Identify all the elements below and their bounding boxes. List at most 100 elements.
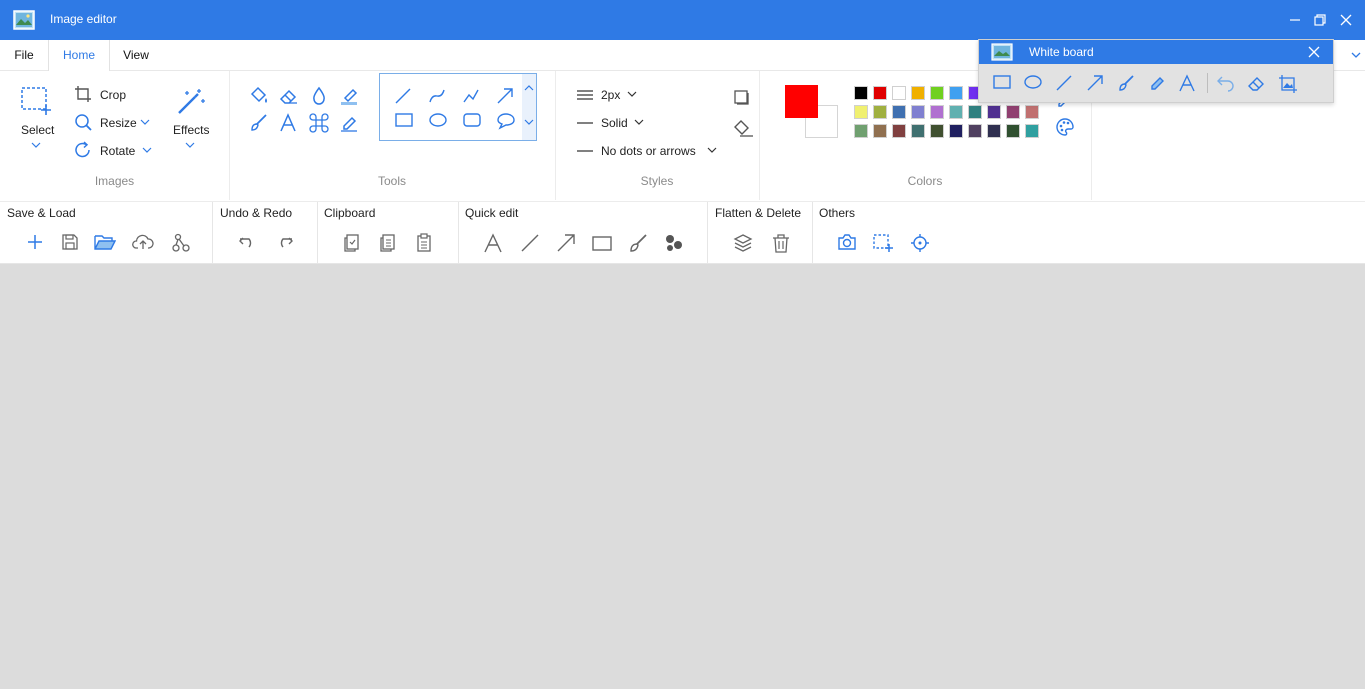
style-chevron-down-icon[interactable] xyxy=(634,118,644,126)
wb-eraser-icon[interactable] xyxy=(1247,74,1267,92)
palette-swatch[interactable] xyxy=(873,86,887,100)
resize-button[interactable]: Resize xyxy=(100,116,137,130)
ellipse-icon[interactable] xyxy=(428,112,448,128)
polyline-icon[interactable] xyxy=(462,87,480,105)
delete-icon[interactable] xyxy=(771,233,791,253)
chevron-up-icon[interactable] xyxy=(524,84,534,92)
rectangle-icon[interactable] xyxy=(591,233,613,253)
share-icon[interactable] xyxy=(170,233,192,253)
wb-text-icon[interactable] xyxy=(1178,74,1196,92)
wb-undo-icon[interactable] xyxy=(1216,74,1236,92)
minimize-icon[interactable] xyxy=(1287,12,1303,28)
line-icon[interactable] xyxy=(520,233,540,253)
command-icon[interactable] xyxy=(309,113,329,133)
tab-file[interactable]: File xyxy=(0,40,48,71)
line-width-icon[interactable] xyxy=(576,88,594,102)
rotate-icon[interactable] xyxy=(74,141,92,159)
target-icon[interactable] xyxy=(910,233,930,253)
tab-home[interactable]: Home xyxy=(48,40,110,72)
crop-icon[interactable] xyxy=(74,85,92,103)
palette-swatch[interactable] xyxy=(968,105,982,119)
fill-style-icon[interactable] xyxy=(732,118,754,138)
arrow-icon[interactable] xyxy=(496,87,514,105)
marker-icon[interactable] xyxy=(339,113,359,133)
effects-button[interactable]: Effects xyxy=(173,123,209,137)
close-icon[interactable] xyxy=(1338,12,1354,28)
crop-button[interactable]: Crop xyxy=(100,88,126,102)
palette-swatch[interactable] xyxy=(873,124,887,138)
wb-image-crop-icon[interactable] xyxy=(1278,74,1298,94)
palette-swatch[interactable] xyxy=(930,124,944,138)
tab-view[interactable]: View xyxy=(110,40,162,71)
palette-swatch[interactable] xyxy=(987,105,1001,119)
wb-arrow-icon[interactable] xyxy=(1086,74,1104,92)
paste-icon[interactable] xyxy=(415,233,433,253)
shadow-icon[interactable] xyxy=(733,89,751,107)
numbering-icon[interactable] xyxy=(664,233,684,253)
speech-bubble-icon[interactable] xyxy=(496,112,516,130)
maximize-icon[interactable] xyxy=(1312,12,1328,28)
curve-icon[interactable] xyxy=(428,87,446,105)
rotate-button[interactable]: Rotate xyxy=(100,144,135,158)
wb-highlighter-icon[interactable] xyxy=(1147,74,1167,92)
wb-line-icon[interactable] xyxy=(1055,74,1073,92)
palette-swatch[interactable] xyxy=(949,124,963,138)
palette-swatch[interactable] xyxy=(911,86,925,100)
white-board-close-icon[interactable] xyxy=(1306,44,1322,60)
eraser-icon[interactable] xyxy=(279,86,299,106)
copy-all-icon[interactable] xyxy=(379,233,397,253)
primary-color-swatch[interactable] xyxy=(785,85,818,118)
arrow-icon[interactable] xyxy=(556,233,576,253)
palette-swatch[interactable] xyxy=(854,105,868,119)
palette-swatch[interactable] xyxy=(892,124,906,138)
text-icon[interactable] xyxy=(483,233,503,253)
select-button[interactable]: Select xyxy=(21,123,54,137)
wb-brush-icon[interactable] xyxy=(1117,74,1135,92)
palette-swatch[interactable] xyxy=(1006,105,1020,119)
new-icon[interactable] xyxy=(26,233,44,251)
highlighter-icon[interactable] xyxy=(339,86,359,106)
palette-swatch[interactable] xyxy=(854,86,868,100)
canvas-area[interactable] xyxy=(0,264,1365,689)
ribbon-collapse-chevron-icon[interactable] xyxy=(1350,50,1362,60)
line-style-dropdown[interactable]: Solid xyxy=(601,116,628,130)
save-icon[interactable] xyxy=(61,233,79,251)
line-style-icon[interactable] xyxy=(576,116,594,130)
layers-icon[interactable] xyxy=(733,233,753,253)
effects-magic-wand-icon[interactable] xyxy=(175,87,207,117)
palette-swatch[interactable] xyxy=(854,124,868,138)
redo-icon[interactable] xyxy=(274,233,294,251)
rotate-chevron-down-icon[interactable] xyxy=(142,146,152,154)
palette-swatch[interactable] xyxy=(949,105,963,119)
line-width-dropdown[interactable]: 2px xyxy=(601,88,620,102)
fill-bucket-icon[interactable] xyxy=(248,86,270,106)
palette-swatch[interactable] xyxy=(1025,124,1039,138)
white-board-header[interactable]: White board xyxy=(979,40,1333,64)
brush-icon[interactable] xyxy=(628,233,648,253)
text-icon[interactable] xyxy=(279,113,297,133)
palette-swatch[interactable] xyxy=(949,86,963,100)
width-chevron-down-icon[interactable] xyxy=(627,90,637,98)
select-icon[interactable] xyxy=(20,85,54,117)
brush-icon[interactable] xyxy=(249,113,269,133)
palette-swatch[interactable] xyxy=(1025,105,1039,119)
palette-swatch[interactable] xyxy=(873,105,887,119)
color-picker-drop-icon[interactable] xyxy=(310,86,328,106)
cloud-upload-icon[interactable] xyxy=(132,233,154,251)
open-folder-icon[interactable] xyxy=(94,233,116,251)
color-palette-icon[interactable] xyxy=(1056,118,1074,136)
palette-swatch[interactable] xyxy=(1006,124,1020,138)
palette-swatch[interactable] xyxy=(968,124,982,138)
palette-swatch[interactable] xyxy=(892,105,906,119)
palette-swatch[interactable] xyxy=(911,105,925,119)
undo-icon[interactable] xyxy=(238,233,258,251)
shape-gallery-scrollbar[interactable] xyxy=(522,74,536,140)
camera-icon[interactable] xyxy=(837,233,857,251)
ends-chevron-down-icon[interactable] xyxy=(707,146,717,154)
line-ends-dropdown[interactable]: No dots or arrows xyxy=(601,144,696,158)
resize-chevron-down-icon[interactable] xyxy=(140,118,150,126)
line-ends-icon[interactable] xyxy=(576,144,594,158)
chevron-down-icon[interactable] xyxy=(524,118,534,126)
effects-chevron-down-icon[interactable] xyxy=(185,141,195,149)
copy-icon[interactable] xyxy=(343,233,361,253)
